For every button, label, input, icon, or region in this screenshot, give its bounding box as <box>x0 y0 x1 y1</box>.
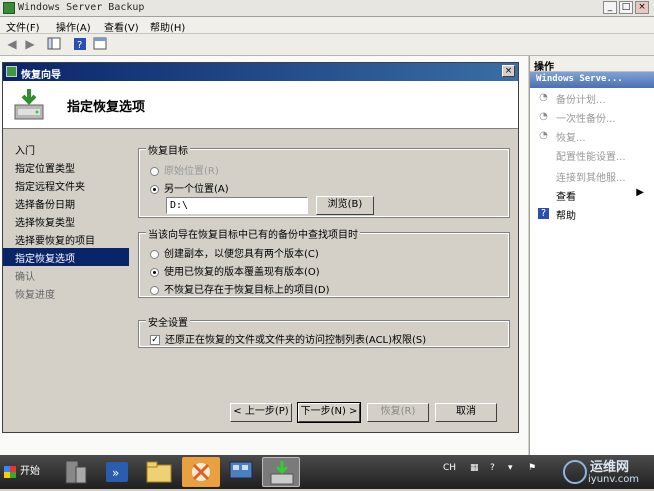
svg-text:»: » <box>112 466 119 480</box>
submenu-arrow-icon: ▶ <box>636 187 644 198</box>
menu-bar: 文件(F) 操作(A) 查看(V) 帮助(H) <box>0 17 654 34</box>
action-connect-server[interactable]: 连接到其他服... <box>530 166 654 185</box>
window-title: Windows Server Backup <box>18 2 145 13</box>
keyboard-icon[interactable]: ▦ <box>470 463 479 473</box>
recover-icon: ◔ <box>539 130 548 141</box>
action-view[interactable]: 查看 ▶ <box>530 185 654 204</box>
menu-file[interactable]: 文件(F) <box>6 19 40 34</box>
backup-once-icon: ◔ <box>539 111 548 122</box>
maximize-button[interactable]: □ <box>619 1 633 14</box>
path-input[interactable]: D:\ <box>166 197 308 214</box>
security-settings-group: 安全设置 ✓ 还原正在恢复的文件或文件夹的访问控制列表(ACL)权限(S) <box>138 314 510 348</box>
windows-logo-icon <box>4 466 16 478</box>
back-arrow-icon[interactable]: ◀ <box>4 37 20 52</box>
security-settings-legend: 安全设置 <box>146 314 190 329</box>
action-help[interactable]: ? 帮助 <box>530 204 654 223</box>
restore-wizard-icon <box>14 89 44 120</box>
radio-create-copy[interactable]: 创建副本，以便您具有两个版本(C) <box>150 245 319 260</box>
radio-another-location[interactable]: 另一个位置(A) <box>150 180 229 195</box>
forward-arrow-icon[interactable]: ▶ <box>22 37 38 52</box>
help-icon[interactable]: ? <box>490 463 495 473</box>
step-recovery-options: 指定恢复选项 <box>3 248 129 266</box>
action-recover[interactable]: ◔ 恢复... <box>530 126 654 145</box>
conflict-options-group: 当该向导在恢复目标中已有的备份中查找项目时 创建副本，以便您具有两个版本(C) … <box>138 226 510 298</box>
taskbar-explorer-icon[interactable] <box>140 457 178 487</box>
menu-view[interactable]: 查看(V) <box>104 19 139 34</box>
actions-subheader[interactable]: Windows Serve... <box>530 72 654 88</box>
recover-button[interactable]: 恢复(R) <box>367 403 429 422</box>
tray-expand-icon[interactable]: ▾ <box>508 463 513 473</box>
wizard-steps: 入门 指定位置类型 指定远程文件夹 选择备份日期 选择恢复类型 选择要恢复的项目… <box>3 140 129 400</box>
actions-header: 操作 <box>530 56 654 73</box>
watermark-swirl-icon <box>563 460 587 484</box>
taskbar: 开始 » CH ▦ ? ▾ ⚑ 运维网 iyunv.com <box>0 455 654 489</box>
actions-panel: 操作 Windows Serve... ◔ 备份计划... ◔ 一次性备份...… <box>529 56 654 455</box>
action-backup-schedule[interactable]: ◔ 备份计划... <box>530 88 654 107</box>
conflict-options-legend: 当该向导在恢复目标中已有的备份中查找项目时 <box>146 226 360 241</box>
menu-action[interactable]: 操作(A) <box>56 19 91 34</box>
svg-text:?: ? <box>77 40 82 51</box>
action-center-flag-icon[interactable]: ⚑ <box>528 463 536 473</box>
taskbar-powershell-icon[interactable]: » <box>98 457 136 487</box>
step-remote-folder: 指定远程文件夹 <box>15 182 85 193</box>
next-button[interactable]: 下一步(N) > <box>297 402 361 423</box>
radio-overwrite[interactable]: 使用已恢复的版本覆盖现有版本(O) <box>150 263 320 278</box>
radio-original-location[interactable]: 原始位置(R) <box>150 162 219 177</box>
radio-do-not-recover[interactable]: 不恢复已存在于恢复目标上的项目(D) <box>150 281 330 296</box>
browse-button[interactable]: 浏览(B) <box>316 196 374 215</box>
dialog-close-button[interactable]: × <box>502 65 515 77</box>
taskbar-app-icon[interactable] <box>182 457 220 487</box>
recovery-target-legend: 恢复目标 <box>146 142 190 157</box>
step-location-type: 指定位置类型 <box>15 164 75 175</box>
recovery-target-group: 恢复目标 原始位置(R) 另一个位置(A) D:\ 浏览(B) <box>138 142 510 218</box>
back-button[interactable]: < 上一步(P) <box>230 403 292 422</box>
dialog-title: 恢复向导 <box>21 70 61 81</box>
cancel-button[interactable]: 取消 <box>435 403 497 422</box>
step-recovery-type: 选择恢复类型 <box>15 218 75 229</box>
dialog-titlebar: 恢复向导 × <box>3 63 518 81</box>
wizard-icon <box>6 66 17 77</box>
backup-schedule-icon: ◔ <box>539 92 548 103</box>
watermark-logo: 运维网 iyunv.com <box>560 455 654 489</box>
language-indicator[interactable]: CH <box>443 463 456 473</box>
step-getting-started: 入门 <box>15 146 35 157</box>
step-backup-date: 选择备份日期 <box>15 200 75 211</box>
help-icon: ? <box>538 208 549 219</box>
checkmark-icon: ✓ <box>150 335 160 345</box>
recovery-wizard-dialog: 恢复向导 × 指定恢复选项 入门 指定位置类型 指定远程文件夹 选择备份日期 选… <box>2 62 519 433</box>
wizard-heading: 指定恢复选项 <box>67 100 146 115</box>
minimize-button[interactable]: _ <box>603 1 617 14</box>
backup-app-icon <box>3 2 15 14</box>
toolbar: ◀ ▶ ? <box>0 34 654 56</box>
step-items: 选择要恢复的项目 <box>15 236 95 247</box>
menu-help[interactable]: 帮助(H) <box>150 19 185 34</box>
taskbar-backup-icon[interactable] <box>262 457 300 487</box>
wizard-header: 指定恢复选项 <box>3 81 518 129</box>
step-progress: 恢复进度 <box>15 290 55 301</box>
step-confirm: 确认 <box>15 272 35 283</box>
action-backup-once[interactable]: ◔ 一次性备份... <box>530 107 654 126</box>
start-button[interactable]: 开始 <box>2 460 44 484</box>
properties-icon[interactable] <box>92 37 108 52</box>
window-titlebar: Windows Server Backup _ □ × <box>0 0 654 17</box>
console-tree-icon[interactable] <box>46 37 62 52</box>
taskbar-server-manager-icon[interactable] <box>56 457 94 487</box>
help-icon[interactable]: ? <box>72 37 88 52</box>
acl-checkbox[interactable]: ✓ 还原正在恢复的文件或文件夹的访问控制列表(ACL)权限(S) <box>150 331 426 346</box>
action-configure-performance[interactable]: 配置性能设置... <box>530 145 654 164</box>
close-button[interactable]: × <box>635 1 649 14</box>
taskbar-network-icon[interactable] <box>222 457 260 487</box>
